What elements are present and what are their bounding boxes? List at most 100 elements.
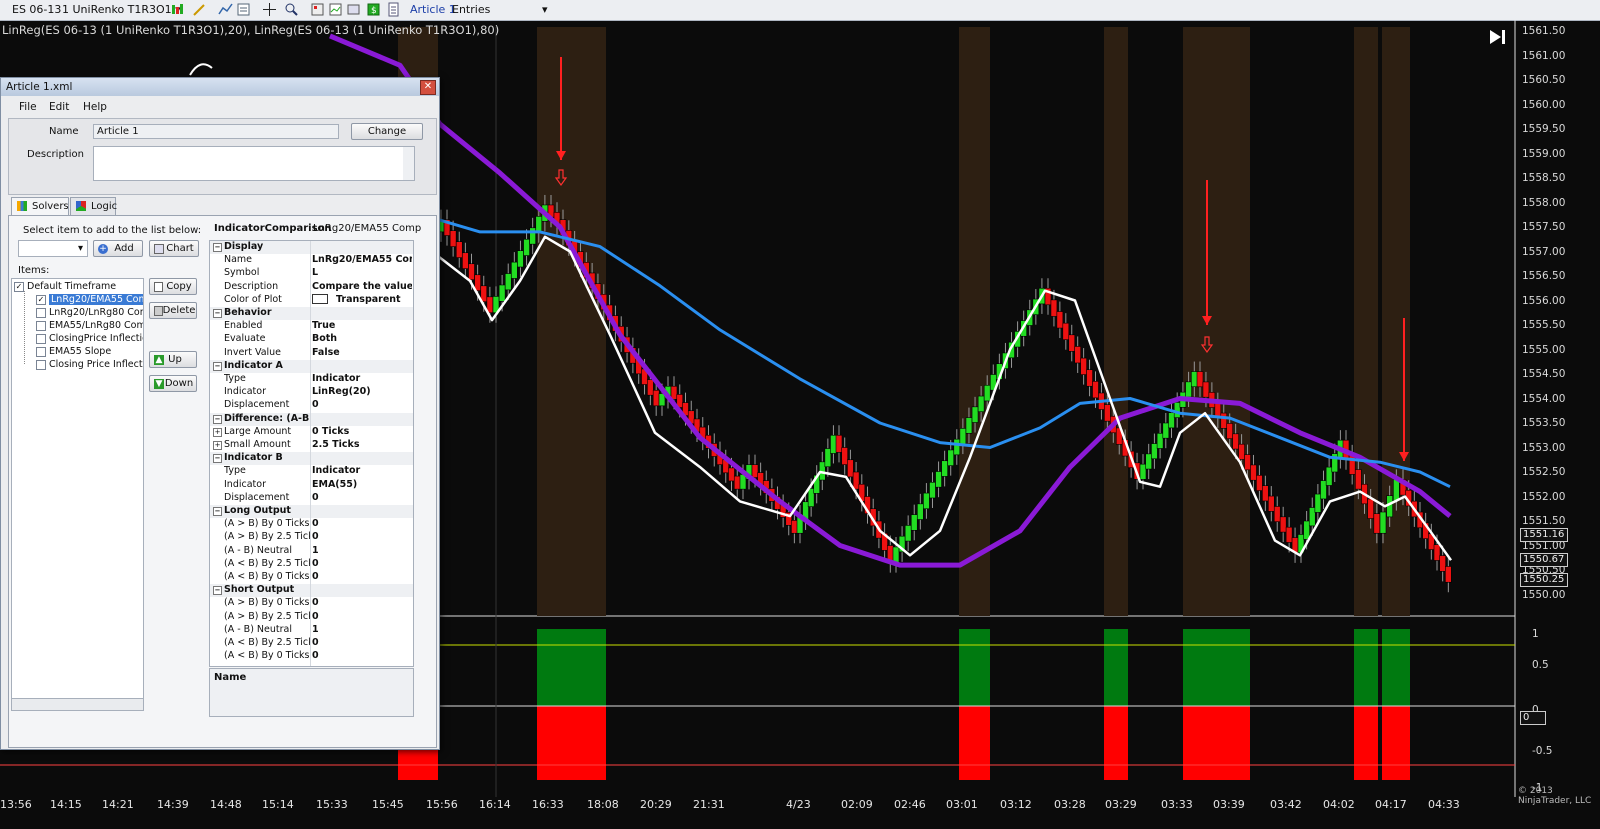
grid-row[interactable]: Name LnRg20/EMA55 Comp	[210, 254, 413, 267]
grid-row-value[interactable]: Both	[312, 333, 412, 344]
grid-row[interactable]: (A - B) Neutral 1	[210, 545, 413, 558]
close-icon[interactable]: ✕	[420, 80, 436, 95]
grid-row-value[interactable]: LnRg20/EMA55 Comp	[312, 254, 412, 265]
dialog-title-bar[interactable]: Article 1.xml ✕	[1, 78, 439, 96]
grid-row-value[interactable]: 0	[312, 571, 412, 582]
grid-row-value[interactable]: 0	[312, 531, 412, 542]
grid-row[interactable]: (A < B) By 2.5 Ticks 0	[210, 558, 413, 571]
collapse-icon[interactable]: −	[213, 243, 222, 252]
expand-icon[interactable]: +	[213, 427, 222, 437]
grid-row[interactable]: (A > B) By 2.5 Ticks 0	[210, 531, 413, 544]
grid-row[interactable]: + Small Amount 2.5 Ticks	[210, 439, 413, 452]
description-scrollbar[interactable]	[403, 147, 414, 180]
delete-button[interactable]: Delete	[149, 302, 197, 319]
grid-row[interactable]: (A > B) By 0 Ticks o0	[210, 518, 413, 531]
grid-row[interactable]: Evaluate Both	[210, 333, 413, 346]
grid-row[interactable]: Indicator EMA(55)	[210, 479, 413, 492]
grid-row-value[interactable]: Indicator	[312, 465, 412, 476]
grid-row-value[interactable]: LinReg(20)	[312, 386, 412, 397]
name-field[interactable]: Article 1	[93, 124, 339, 139]
play-forward-icon[interactable]	[1488, 28, 1506, 46]
copy-button[interactable]: Copy	[149, 278, 197, 295]
up-button[interactable]: ▲ Up	[149, 351, 197, 368]
grid-row[interactable]: Enabled True	[210, 320, 413, 333]
tree-item-checkbox[interactable]: ✓	[36, 294, 46, 305]
property-grid[interactable]: −DisplayNameLnRg20/EMA55 CompSymbolLDesc…	[209, 240, 414, 667]
tree-item-checkbox[interactable]	[36, 333, 46, 344]
down-button[interactable]: ▼ Down	[149, 375, 197, 392]
tab-logic[interactable]: Logic	[70, 197, 117, 215]
grid-row-value[interactable]: 0	[312, 597, 412, 608]
grid-row-value[interactable]: 2.5 Ticks	[312, 439, 412, 450]
collapse-icon[interactable]: −	[213, 361, 222, 371]
grid-row[interactable]: (A < B) By 2.5 Ticks 0	[210, 637, 413, 650]
tree-item[interactable]: EMA55 Slope	[36, 346, 111, 357]
grid-row-value[interactable]: 0	[312, 650, 412, 661]
grid-category[interactable]: − Short Output	[210, 584, 413, 598]
grid-row-value[interactable]: EMA(55)	[312, 479, 412, 490]
grid-category[interactable]: − Long Output	[210, 505, 413, 518]
solver-type-select[interactable]: ▾	[18, 240, 88, 257]
grid-category[interactable]: − Indicator B	[210, 452, 413, 466]
grid-row[interactable]: + Large Amount 0 Ticks	[210, 426, 413, 439]
grid-row-value[interactable]: 1	[312, 545, 412, 556]
description-field[interactable]	[93, 146, 415, 181]
grid-row[interactable]: Displacement 0	[210, 492, 413, 505]
grid-row-value[interactable]: 1	[312, 624, 412, 635]
collapse-icon[interactable]: −	[213, 414, 222, 424]
grid-row[interactable]: (A < B) By 0 Ticks o0	[210, 650, 413, 663]
grid-category[interactable]: − Display	[210, 241, 413, 254]
grid-row[interactable]: (A < B) By 0 Ticks o0	[210, 571, 413, 584]
grid-row[interactable]: (A > B) By 2.5 Ticks 0	[210, 611, 413, 624]
tree-item-checkbox[interactable]: ✓	[14, 281, 24, 292]
grid-row[interactable]: Invert Value False	[210, 347, 413, 360]
grid-row[interactable]: (A > B) By 0 Ticks o0	[210, 597, 413, 610]
tree-item-checkbox[interactable]	[36, 307, 46, 318]
grid-row-value[interactable]: 0	[312, 637, 412, 648]
menu-file[interactable]: File	[19, 101, 37, 113]
grid-row-value[interactable]: 0	[312, 399, 412, 410]
add-button[interactable]: + Add	[93, 240, 143, 257]
grid-row[interactable]: Symbol L	[210, 267, 413, 280]
chart-button[interactable]: Chart	[149, 240, 199, 257]
grid-row[interactable]: Type Indicator	[210, 465, 413, 478]
tree-item-checkbox[interactable]	[36, 359, 46, 370]
grid-row-value[interactable]: L	[312, 267, 412, 278]
tree-item[interactable]: ✓ LnRg20/EMA55 Comp	[36, 294, 143, 305]
grid-category[interactable]: − Behavior	[210, 307, 413, 320]
menu-edit[interactable]: Edit	[49, 101, 69, 113]
tree-item[interactable]: ✓ Default Timeframe	[14, 281, 116, 292]
collapse-icon[interactable]: −	[213, 454, 222, 464]
grid-row-value[interactable]: Compare the values of	[312, 281, 412, 292]
grid-row-value[interactable]: Transparent	[312, 294, 412, 305]
tab-solvers[interactable]: Solvers	[11, 197, 69, 215]
grid-row-value[interactable]: 0 Ticks	[312, 426, 412, 437]
tree-scrollbar[interactable]	[11, 698, 144, 711]
grid-row-value[interactable]: True	[312, 320, 412, 331]
tree-item[interactable]: EMA55/LnRg80 Comp	[36, 320, 143, 331]
grid-row[interactable]: Description Compare the values of	[210, 281, 413, 294]
collapse-icon[interactable]: −	[213, 586, 222, 596]
grid-category[interactable]: − Indicator A	[210, 359, 413, 373]
collapse-icon[interactable]: −	[213, 309, 222, 318]
grid-row-value[interactable]: 0	[312, 611, 412, 622]
grid-row-value[interactable]: 0	[312, 492, 412, 503]
expand-icon[interactable]: +	[213, 441, 222, 450]
grid-row[interactable]: (A - B) Neutral 1	[210, 624, 413, 637]
solver-tree[interactable]: ✓ Default Timeframe ✓ LnRg20/EMA55 Comp LnRg…	[11, 278, 144, 699]
tree-item-checkbox[interactable]	[36, 346, 46, 357]
grid-row-value[interactable]: False	[312, 347, 412, 358]
tree-item-checkbox[interactable]	[36, 320, 46, 331]
grid-row[interactable]: Type Indicator	[210, 373, 413, 386]
grid-row-value[interactable]: 0	[312, 518, 412, 529]
grid-category[interactable]: − Difference: (A-B)	[210, 412, 413, 426]
grid-row[interactable]: Indicator LinReg(20)	[210, 386, 413, 399]
collapse-icon[interactable]: −	[213, 507, 222, 516]
tree-item[interactable]: Closing Price Inflection	[36, 359, 143, 370]
tree-item[interactable]: LnRg20/LnRg80 Comp	[36, 307, 143, 318]
change-button[interactable]: Change	[351, 123, 423, 140]
grid-row[interactable]: Color of Plot Transparent	[210, 294, 413, 307]
tree-item[interactable]: ClosingPrice Inflection	[36, 333, 143, 344]
menu-help[interactable]: Help	[83, 101, 107, 113]
grid-row-value[interactable]: Indicator	[312, 373, 412, 384]
